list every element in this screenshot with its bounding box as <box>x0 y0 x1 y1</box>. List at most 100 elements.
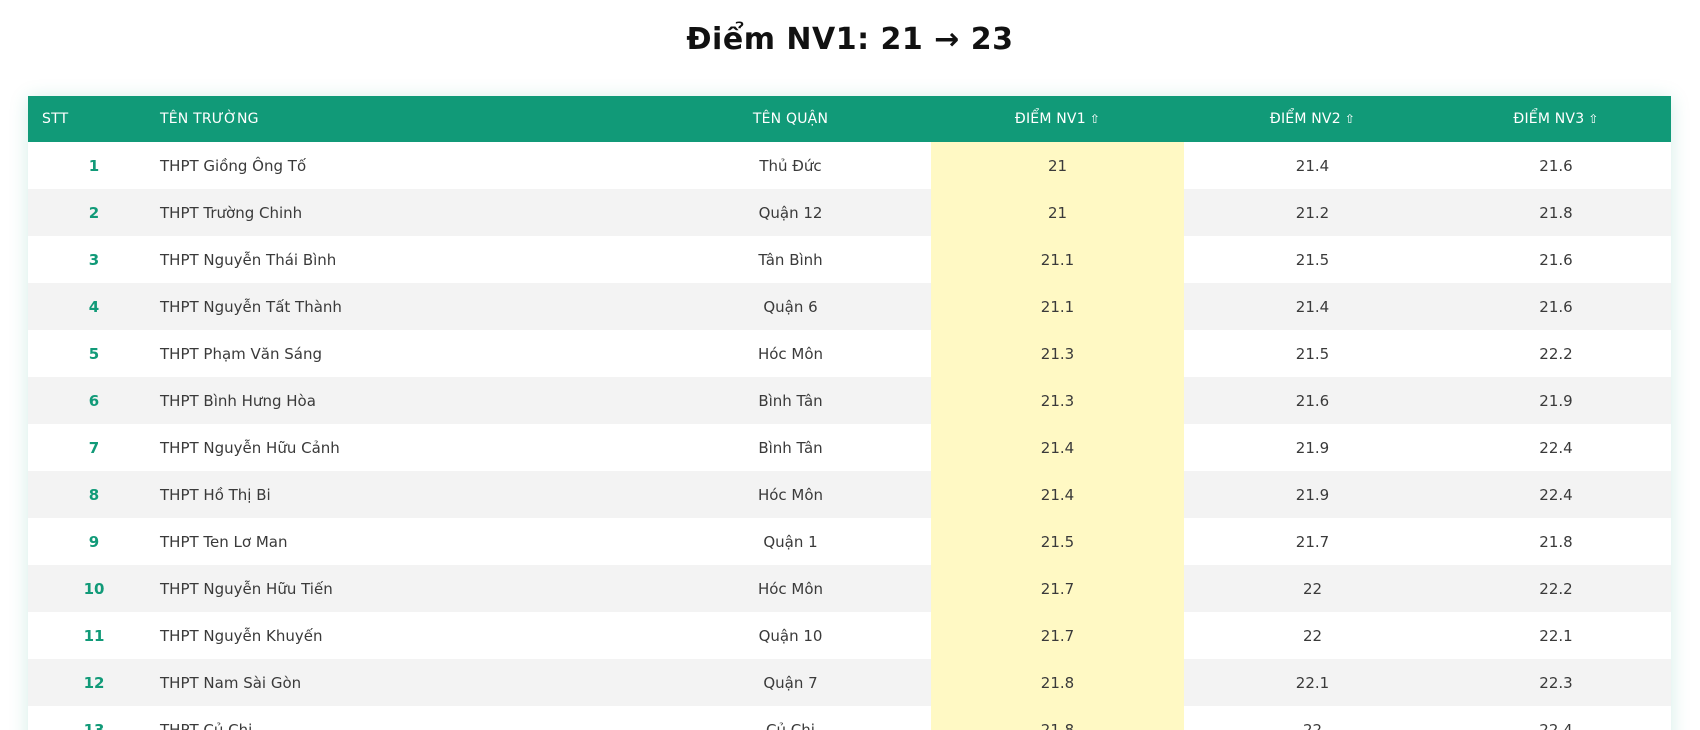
cell-score-nv2: 21.9 <box>1295 438 1330 457</box>
sort-arrow-up-icon: ⇧ <box>1089 112 1101 126</box>
cell-school-name: THPT Trường Chinh <box>160 203 303 222</box>
cell-score-nv1: 21.3 <box>931 377 1184 424</box>
cell-score-nv3: 21.8 <box>1539 532 1573 551</box>
cell-score-nv2: 21.9 <box>1295 485 1330 504</box>
table-row: 6 THPT Bình Hưng Hòa Bình Tân 21.3 21.6 21.9 <box>28 377 1671 424</box>
cell-score-nv1: 21.4 <box>931 424 1184 471</box>
cell-school-name: THPT Phạm Văn Sáng <box>160 344 323 363</box>
cell-score-nv2: 22.1 <box>1295 673 1330 692</box>
cell-score-nv1: 21 <box>931 189 1184 236</box>
cell-stt: 11 <box>83 626 105 645</box>
table-header: STT Tên trường Tên quận Điểm NV1 ⇧ Điểm N… <box>28 96 1671 142</box>
sort-arrow-up-icon: ⇧ <box>1344 112 1356 126</box>
table-row: 12 THPT Nam Sài Gòn Quận 7 21.8 22.1 22.3 <box>28 659 1671 706</box>
column-header-label: Tên trường <box>160 111 259 127</box>
column-header-nv2-sort[interactable]: Điểm NV2 ⇧ <box>1184 96 1441 142</box>
cell-school-name: THPT Bình Hưng Hòa <box>160 391 316 410</box>
cell-stt: 1 <box>88 156 100 175</box>
cell-score-nv3: 21.6 <box>1539 250 1573 269</box>
cell-score-nv3: 22.4 <box>1539 720 1573 730</box>
cell-district: Quận 1 <box>763 532 818 551</box>
cell-district: Quận 12 <box>758 203 823 222</box>
table-header-row: STT Tên trường Tên quận Điểm NV1 ⇧ Điểm N… <box>28 96 1671 142</box>
cell-school-name: THPT Nguyễn Tất Thành <box>160 297 342 316</box>
cell-school-name: THPT Nguyễn Thái Bình <box>160 250 337 269</box>
table-row: 4 THPT Nguyễn Tất Thành Quận 6 21.1 21.4 21.6 <box>28 283 1671 330</box>
schools-table-container: STT Tên trường Tên quận Điểm NV1 ⇧ Điểm N… <box>28 96 1671 730</box>
cell-district: Quận 10 <box>758 626 823 645</box>
column-header-label: Tên quận <box>752 111 829 127</box>
sort-arrow-up-icon: ⇧ <box>1588 112 1599 126</box>
cell-score-nv1: 21.4 <box>931 471 1184 518</box>
table-row: 9 THPT Ten Lơ Man Quận 1 21.5 21.7 21.8 <box>28 518 1671 565</box>
cell-stt: 3 <box>88 250 100 269</box>
cell-score-nv3: 22.2 <box>1539 344 1573 363</box>
cell-score-nv1: 21.7 <box>931 565 1184 612</box>
table-row: 2 THPT Trường Chinh Quận 12 21 21.2 21.8 <box>28 189 1671 236</box>
cell-score-nv1: 21.8 <box>931 706 1184 730</box>
cell-district: Củ Chi <box>766 720 815 730</box>
cell-score-nv2: 22 <box>1302 720 1323 730</box>
cell-school-name: THPT Nguyễn Khuyến <box>160 626 323 645</box>
cell-school-name: THPT Củ Chi <box>160 720 253 730</box>
cell-district: Thủ Đức <box>759 156 822 175</box>
cell-score-nv3: 21.9 <box>1539 391 1573 410</box>
cell-district: Quận 6 <box>763 297 818 316</box>
table-row: 11 THPT Nguyễn Khuyến Quận 10 21.7 22 22.1 <box>28 612 1671 659</box>
cell-stt: 4 <box>88 297 100 316</box>
cell-score-nv3: 22.2 <box>1539 579 1573 598</box>
cell-score-nv1: 21.7 <box>931 612 1184 659</box>
cell-district: Bình Tân <box>758 391 823 410</box>
cell-school-name: THPT Ten Lơ Man <box>160 532 288 551</box>
column-header-stt: STT <box>28 96 160 142</box>
cell-district: Hóc Môn <box>757 485 824 504</box>
column-header-label: Điểm NV3 <box>1513 111 1585 127</box>
cell-score-nv2: 21.4 <box>1295 297 1330 316</box>
cell-school-name: THPT Nguyễn Hữu Tiến <box>160 579 333 598</box>
cell-school-name: THPT Giồng Ông Tố <box>160 156 307 175</box>
cell-score-nv2: 21.7 <box>1295 532 1330 551</box>
cell-score-nv3: 21.6 <box>1539 156 1573 175</box>
page-title: Điểm NV1: 21 → 23 <box>686 22 1014 57</box>
table-row: 7 THPT Nguyễn Hữu Cảnh Bình Tân 21.4 21.9 22.… <box>28 424 1671 471</box>
cell-score-nv3: 22.4 <box>1539 438 1573 457</box>
table-body: 1 THPT Giồng Ông Tố Thủ Đức 21 21.4 21.6 2 THPT… <box>28 142 1671 730</box>
cell-district: Quận 7 <box>763 673 818 692</box>
cell-score-nv1: 21.1 <box>931 236 1184 283</box>
cell-score-nv3: 21.6 <box>1539 297 1573 316</box>
cell-score-nv2: 22 <box>1302 626 1323 645</box>
cell-stt: 2 <box>88 203 100 222</box>
cell-score-nv3: 22.1 <box>1539 626 1573 645</box>
cell-score-nv2: 21.4 <box>1295 156 1330 175</box>
cell-stt: 8 <box>88 485 100 504</box>
cell-score-nv1: 21.3 <box>931 330 1184 377</box>
cell-score-nv1: 21.1 <box>931 283 1184 330</box>
column-header-school-name: Tên trường <box>160 96 650 142</box>
column-header-nv3-sort[interactable]: Điểm NV3 ⇧ <box>1441 96 1671 142</box>
cell-stt: 10 <box>83 579 105 598</box>
table-row: 3 THPT Nguyễn Thái Bình Tân Bình 21.1 21.5 21… <box>28 236 1671 283</box>
column-header-label: STT <box>42 111 69 127</box>
table-row: 8 THPT Hồ Thị Bi Hóc Môn 21.4 21.9 22.4 <box>28 471 1671 518</box>
cell-district: Bình Tân <box>758 438 823 457</box>
table-row: 1 THPT Giồng Ông Tố Thủ Đức 21 21.4 21.6 <box>28 142 1671 189</box>
column-header-label: Điểm NV2 <box>1269 111 1341 127</box>
cell-district: Hóc Môn <box>757 344 824 363</box>
cell-district: Hóc Môn <box>757 579 824 598</box>
cell-score-nv3: 22.3 <box>1539 673 1573 692</box>
page: Điểm NV1: 21 → 23 STT Tên trường <box>0 0 1700 730</box>
column-header-nv1-sort[interactable]: Điểm NV1 ⇧ <box>931 96 1184 142</box>
cell-score-nv1: 21.8 <box>931 659 1184 706</box>
column-header-label: Điểm NV1 <box>1014 111 1086 127</box>
table-row: 13 THPT Củ Chi Củ Chi 21.8 22 22.4 <box>28 706 1671 730</box>
cell-score-nv1: 21 <box>931 142 1184 189</box>
cell-score-nv3: 21.8 <box>1539 203 1573 222</box>
cell-score-nv3: 22.4 <box>1539 485 1573 504</box>
cell-score-nv1: 21.5 <box>931 518 1184 565</box>
cell-stt: 12 <box>83 673 105 692</box>
cell-stt: 9 <box>88 532 100 551</box>
cell-stt: 6 <box>88 391 100 410</box>
cell-district: Tân Bình <box>758 250 823 269</box>
cell-stt: 5 <box>88 344 100 363</box>
table-row: 10 THPT Nguyễn Hữu Tiến Hóc Môn 21.7 22 22.2 <box>28 565 1671 612</box>
